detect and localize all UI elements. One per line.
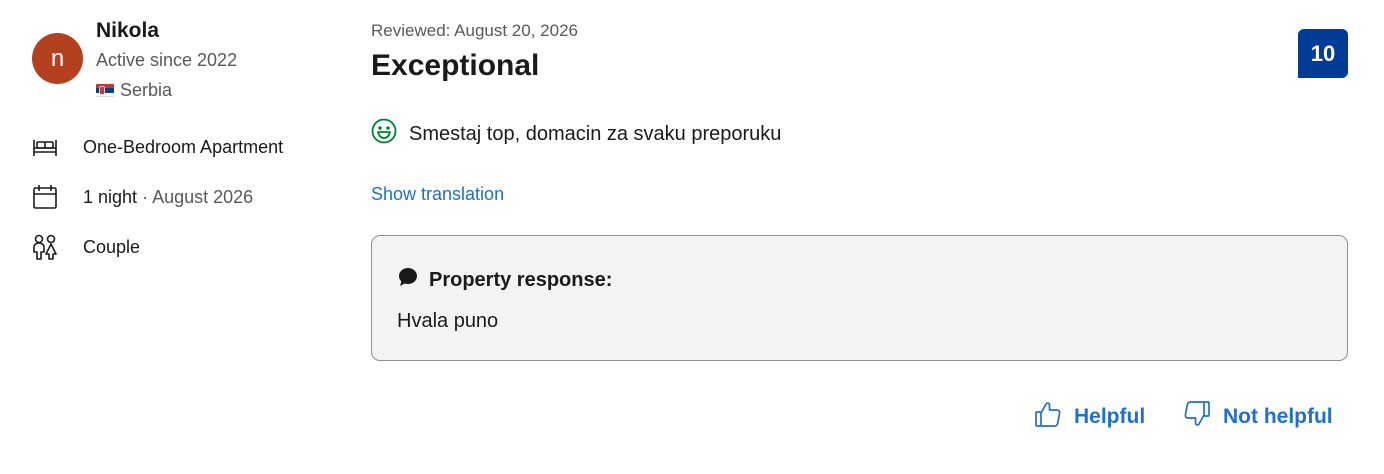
couple-icon	[31, 234, 59, 260]
review-title: Exceptional	[371, 49, 540, 82]
helpful-button[interactable]: Helpful	[1034, 400, 1145, 434]
stay-duration: 1 night · August 2026	[83, 187, 253, 208]
smiley-icon	[371, 118, 397, 150]
property-response-label: Property response:	[429, 268, 613, 291]
not-helpful-label: Not helpful	[1223, 405, 1333, 428]
positive-comment: Smestaj top, domacin za svaku preporuku	[371, 118, 781, 150]
serbia-flag-icon	[96, 84, 114, 97]
property-response-text: Hvala puno	[397, 310, 499, 332]
traveler-type: Couple	[83, 236, 141, 257]
stay-duration-row: 1 night · August 2026	[31, 184, 253, 210]
not-helpful-button[interactable]: Not helpful	[1183, 400, 1333, 434]
country-name: Serbia	[120, 80, 173, 100]
helpful-label: Helpful	[1074, 405, 1146, 428]
reviewer-name: Nikola	[96, 19, 160, 42]
review-score-badge: 10	[1298, 29, 1348, 78]
stay-nights: 1 night	[83, 186, 138, 207]
property-response-box: Property response: Hvala puno	[371, 235, 1348, 361]
stay-separator: ·	[142, 186, 149, 207]
avatar: n	[32, 33, 83, 84]
thumbs-down-icon	[1183, 400, 1211, 434]
show-translation-link[interactable]: Show translation	[371, 184, 504, 205]
stay-date: August 2026	[152, 186, 254, 207]
thumbs-up-icon	[1034, 400, 1062, 434]
bed-icon	[31, 134, 59, 160]
calendar-icon	[31, 184, 59, 210]
positive-comment-text: Smestaj top, domacin za svaku preporuku	[409, 122, 782, 145]
traveler-type-row: Couple	[31, 234, 140, 260]
reviewer-country: Serbia	[96, 80, 172, 101]
property-response-header: Property response:	[397, 266, 612, 294]
room-type-row: One-Bedroom Apartment	[31, 134, 283, 160]
avatar-initial: n	[50, 44, 65, 72]
room-type: One-Bedroom Apartment	[83, 136, 284, 157]
active-since: Active since 2022	[96, 50, 238, 70]
reviewed-date: Reviewed: August 20, 2026	[371, 21, 578, 40]
speech-bubble-icon	[397, 266, 419, 294]
